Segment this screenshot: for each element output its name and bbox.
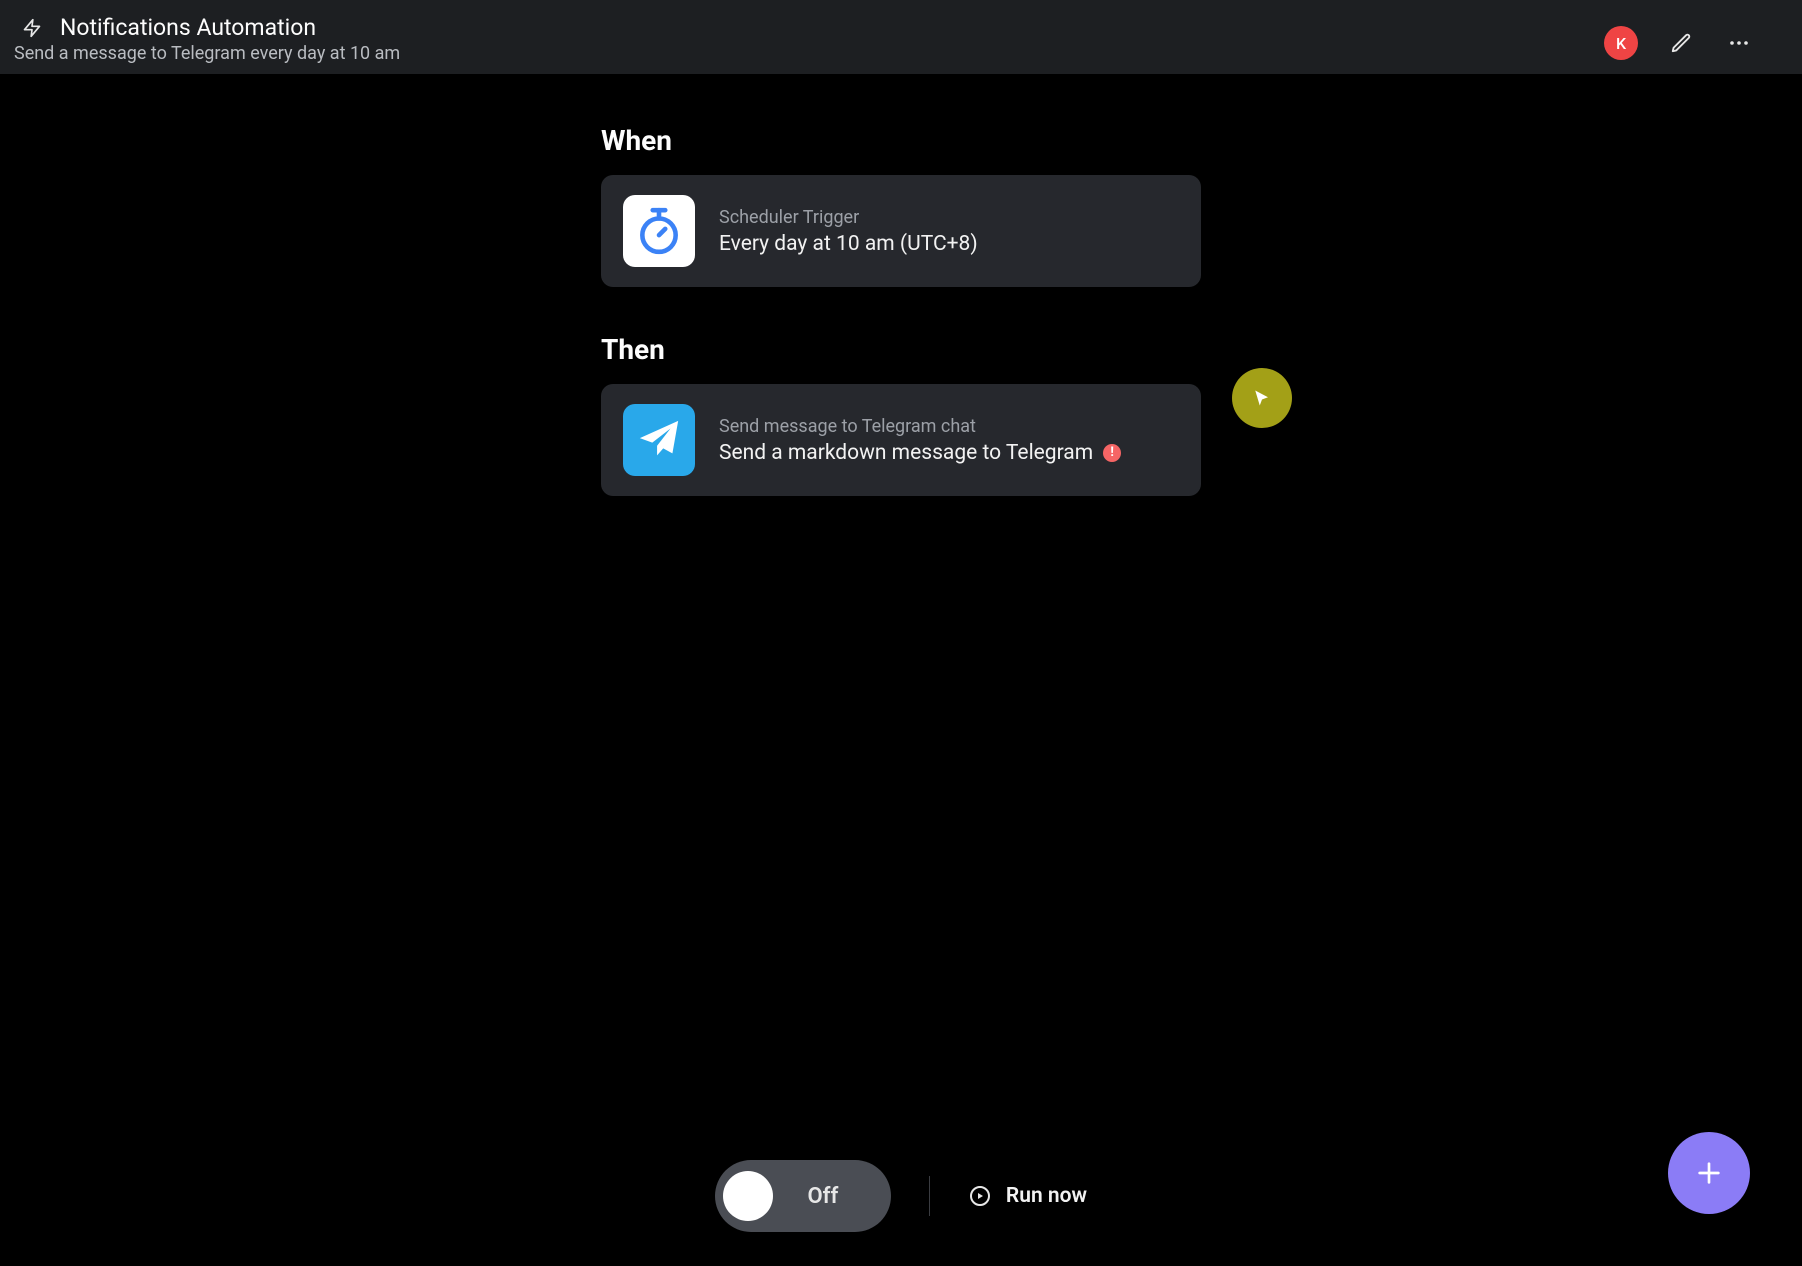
play-circle-icon: [968, 1184, 992, 1208]
automation-bolt-icon: [14, 16, 50, 40]
toggle-state-label: Off: [773, 1184, 883, 1209]
trigger-description: Every day at 10 am (UTC+8): [719, 232, 978, 256]
trigger-type-label: Scheduler Trigger: [719, 207, 1179, 228]
header-bar: Notifications Automation Send a message …: [0, 0, 1802, 74]
scheduler-icon: [623, 195, 695, 267]
paper-plane-icon: [636, 417, 682, 463]
warning-badge: !: [1103, 444, 1121, 462]
add-step-button[interactable]: [1668, 1132, 1750, 1214]
trigger-card[interactable]: Scheduler Trigger Every day at 10 am (UT…: [601, 175, 1201, 287]
plus-icon: [1693, 1157, 1725, 1189]
header-left: Notifications Automation Send a message …: [14, 10, 1778, 64]
header-actions: K: [1604, 26, 1754, 60]
bottom-divider: [929, 1176, 930, 1216]
section-then-label: Then: [601, 333, 1201, 366]
action-description: Send a markdown message to Telegram: [719, 441, 1093, 465]
page-title: Notifications Automation: [60, 14, 316, 41]
action-card-body: Send message to Telegram chat Send a mar…: [719, 416, 1179, 465]
section-when-label: When: [601, 124, 1201, 157]
action-type-label: Send message to Telegram chat: [719, 416, 1179, 437]
run-now-label: Run now: [1006, 1184, 1087, 1208]
stopwatch-icon: [634, 206, 684, 256]
more-button[interactable]: [1724, 28, 1754, 58]
edit-button[interactable]: [1666, 28, 1696, 58]
workflow-canvas: When Scheduler Trigger Every day at 10 a…: [0, 74, 1802, 542]
page-subtitle: Send a message to Telegram every day at …: [14, 43, 1778, 64]
header-title-row: Notifications Automation: [14, 14, 1778, 41]
trigger-card-body: Scheduler Trigger Every day at 10 am (UT…: [719, 207, 1179, 256]
action-card[interactable]: Send message to Telegram chat Send a mar…: [601, 384, 1201, 496]
enable-toggle[interactable]: Off: [715, 1160, 891, 1232]
toggle-knob: [723, 1171, 773, 1221]
workflow-column: When Scheduler Trigger Every day at 10 a…: [601, 124, 1201, 542]
bottom-bar: Off Run now: [0, 1160, 1802, 1232]
run-now-button[interactable]: Run now: [968, 1184, 1087, 1208]
user-avatar[interactable]: K: [1604, 26, 1638, 60]
telegram-icon: [623, 404, 695, 476]
pencil-icon: [1670, 32, 1692, 54]
more-horizontal-icon: [1727, 31, 1751, 55]
